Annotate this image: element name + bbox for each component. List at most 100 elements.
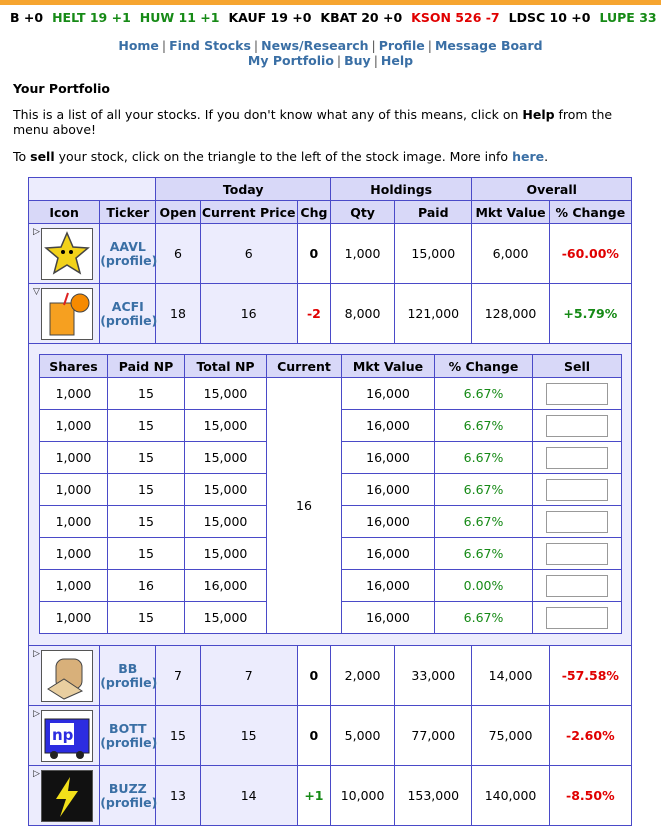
ticker-entry: HELT 19 +1 <box>52 10 131 25</box>
lot-total-np: 15,000 <box>184 537 267 570</box>
lot-total-np: 15,000 <box>184 441 267 474</box>
nav-my-portfolio[interactable]: My Portfolio <box>248 53 334 68</box>
quantity: 5,000 <box>329 705 396 766</box>
expand-triangle-icon[interactable]: ▷ <box>33 709 40 719</box>
nav-message-board[interactable]: Message Board <box>435 38 543 53</box>
nav-home[interactable]: Home <box>118 38 159 53</box>
stock-ticker: B +0 HELT 19 +1 HUW 11 +1 KAUF 19 +0 KBAT 20… <box>0 10 661 27</box>
star-icon[interactable] <box>41 227 94 280</box>
top-accent-bar <box>0 0 661 5</box>
profile-link[interactable]: (profile) <box>100 795 157 810</box>
stock-icon-cell: ▷ <box>27 765 101 826</box>
profile-link[interactable]: (profile) <box>100 735 157 750</box>
ticker-item: HELT <box>52 10 86 25</box>
lot-pct-change: 6.67% <box>434 601 533 634</box>
ticker-item: KAUF <box>228 10 267 25</box>
lots-header-pct-change: % Change <box>434 354 533 378</box>
col-header-qty: Qty <box>329 200 396 224</box>
stock-icon-cell: ▷ np <box>27 705 101 766</box>
lot-shares: 1,000 <box>39 377 108 410</box>
market-value: 75,000 <box>471 705 550 766</box>
profile-link[interactable]: (profile) <box>100 313 157 328</box>
expand-triangle-icon[interactable]: ▷ <box>33 769 40 779</box>
lot-paid-np: 15 <box>107 505 185 538</box>
quantity: 2,000 <box>329 645 396 706</box>
sell-quantity-input[interactable] <box>546 510 608 533</box>
stock-icon-cell: ▽ <box>27 283 101 344</box>
market-value: 6,000 <box>471 223 550 284</box>
lots-header-total-np: Total NP <box>184 354 267 378</box>
stock-row: ▽ ACFI (profile) 18 16 -2 8,000 121,000 128,000 +… <box>27 283 633 344</box>
lot-pct-change: 6.67% <box>434 377 533 410</box>
lot-mkt-value: 16,000 <box>341 505 435 538</box>
lot-sell-cell <box>532 537 622 570</box>
lots-table: Shares Paid NP Total NP Current Mkt Value% C… <box>39 354 622 634</box>
sell-quantity-input[interactable] <box>546 382 608 405</box>
quantity: 8,000 <box>329 283 396 344</box>
nav-find-stocks[interactable]: Find Stocks <box>169 38 251 53</box>
paid: 121,000 <box>394 283 473 344</box>
sell-bold-word: sell <box>30 149 55 164</box>
portfolio-table: Today Holdings Overall Icon Ticker Open … <box>27 177 633 826</box>
group-header-today: Today <box>155 177 331 201</box>
lot-pct-change: 6.67% <box>434 409 533 442</box>
profile-link[interactable]: (profile) <box>100 253 157 268</box>
collapse-triangle-icon[interactable]: ▽ <box>33 287 40 297</box>
ticker-link[interactable]: BB <box>100 661 155 676</box>
ticker-entry: B +0 <box>10 10 43 25</box>
col-header-chg: Chg <box>296 200 331 224</box>
sell-quantity-input[interactable] <box>546 574 608 597</box>
ticker-item: LDSC <box>508 10 546 25</box>
open-price: 15 <box>155 705 201 766</box>
profile-link[interactable]: (profile) <box>100 675 157 690</box>
lot-shares: 1,000 <box>39 441 108 474</box>
more-info-link[interactable]: here <box>512 149 544 164</box>
ticker-link[interactable]: BOTT <box>100 721 155 736</box>
expand-triangle-icon[interactable]: ▷ <box>33 649 40 659</box>
page-title: Your Portfolio <box>13 81 110 96</box>
orange-juice-icon[interactable] <box>41 287 94 340</box>
lot-sell-cell <box>532 409 622 442</box>
sell-quantity-input[interactable] <box>546 478 608 501</box>
nav-buy[interactable]: Buy <box>344 53 371 68</box>
sell-quantity-input[interactable] <box>546 606 608 629</box>
percent-change: +5.79% <box>548 283 633 344</box>
ticker-entry: KAUF 19 +0 <box>228 10 311 25</box>
sell-quantity-input[interactable] <box>546 446 608 469</box>
lot-total-np: 15,000 <box>184 409 267 442</box>
group-header-holdings: Holdings <box>329 177 473 201</box>
ticker-entry: KBAT 20 +0 <box>320 10 402 25</box>
sell-quantity-input[interactable] <box>546 542 608 565</box>
lot-mkt-value: 16,000 <box>341 601 435 634</box>
ticker-link[interactable]: BUZZ <box>100 781 155 796</box>
lot-mkt-value: 16,000 <box>341 537 435 570</box>
lots-header-current: Current <box>266 354 342 378</box>
nav-help[interactable]: Help <box>381 53 413 68</box>
market-value: 128,000 <box>471 283 550 344</box>
ticker-link[interactable]: AAVL <box>100 239 155 254</box>
main-nav-row1: Home | Find Stocks | News/Research | Profile | M… <box>118 38 543 53</box>
lot-total-np: 15,000 <box>184 601 267 634</box>
ticker-link[interactable]: ACFI <box>100 299 155 314</box>
np-truck-icon[interactable]: np <box>41 709 94 762</box>
percent-change: -2.60% <box>548 705 633 766</box>
price-change: 0 <box>296 705 331 766</box>
lot-total-np: 16,000 <box>184 569 267 602</box>
ticker-value: 33 + <box>639 10 661 25</box>
bread-icon[interactable] <box>41 649 94 702</box>
lot-paid-np: 16 <box>107 569 185 602</box>
expand-triangle-icon[interactable]: ▷ <box>33 227 40 237</box>
ticker-cell: AAVL (profile) <box>99 223 157 284</box>
lightning-icon[interactable] <box>41 769 94 822</box>
lot-sell-cell <box>532 569 622 602</box>
price-change: 0 <box>296 223 331 284</box>
lot-mkt-value: 16,000 <box>341 409 435 442</box>
ticker-cell: BOTT (profile) <box>99 705 157 766</box>
paid: 153,000 <box>394 765 473 826</box>
sell-quantity-input[interactable] <box>546 414 608 437</box>
nav-news-research[interactable]: News/Research <box>261 38 368 53</box>
lots-header-sell: Sell <box>532 354 622 378</box>
lot-shares: 1,000 <box>39 537 108 570</box>
nav-profile[interactable]: Profile <box>379 38 425 53</box>
current-price: 6 <box>199 223 298 284</box>
